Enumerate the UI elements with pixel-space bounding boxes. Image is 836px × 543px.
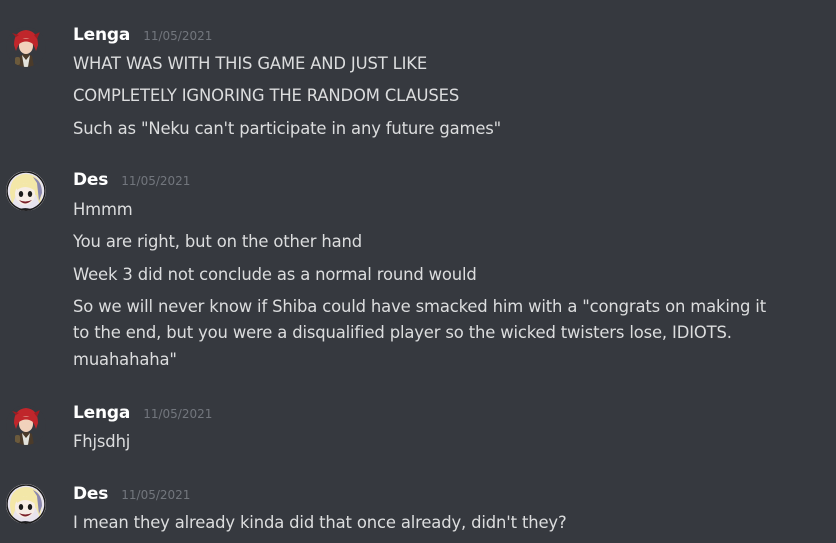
message-line: Week 3 did not conclude as a normal roun… <box>73 265 477 284</box>
avatar[interactable] <box>6 484 46 524</box>
message-line: So we will never know if Shiba could hav… <box>73 297 766 316</box>
blonde-character-avatar-icon <box>6 484 46 524</box>
message-header: Lenga 11/05/2021 <box>73 403 212 425</box>
message-line: COMPLETELY IGNORING THE RANDOM CLAUSES <box>73 86 460 105</box>
message-line: Fhjsdhj <box>73 432 131 451</box>
username[interactable]: Des <box>73 484 108 504</box>
message-header: Des 11/05/2021 <box>73 484 190 506</box>
timestamp[interactable]: 11/05/2021 <box>143 407 212 421</box>
username[interactable]: Lenga <box>73 403 130 423</box>
message-header: Lenga 11/05/2021 <box>73 25 212 47</box>
message-line: You are right, but on the other hand <box>73 232 362 251</box>
message-header: Des 11/05/2021 <box>73 170 190 192</box>
avatar[interactable] <box>6 405 46 445</box>
message-line: Hmmm <box>73 200 133 219</box>
username[interactable]: Des <box>73 170 108 190</box>
timestamp[interactable]: 11/05/2021 <box>143 29 212 43</box>
message-line: WHAT WAS WITH THIS GAME AND JUST LIKE <box>73 54 428 73</box>
red-haired-character-avatar-icon <box>6 27 46 67</box>
red-haired-character-avatar-icon <box>6 405 46 445</box>
timestamp[interactable]: 11/05/2021 <box>121 488 190 502</box>
message-line: I mean they already kinda did that once … <box>73 513 567 532</box>
timestamp[interactable]: 11/05/2021 <box>121 174 190 188</box>
message-line: to the end, but you were a disqualified … <box>73 323 732 342</box>
avatar[interactable] <box>6 27 46 67</box>
message-line: Such as "Neku can't participate in any f… <box>73 119 502 138</box>
message-line: muahahaha" <box>73 350 177 369</box>
username[interactable]: Lenga <box>73 25 130 45</box>
avatar[interactable] <box>6 171 46 211</box>
blonde-character-avatar-icon <box>6 171 46 211</box>
